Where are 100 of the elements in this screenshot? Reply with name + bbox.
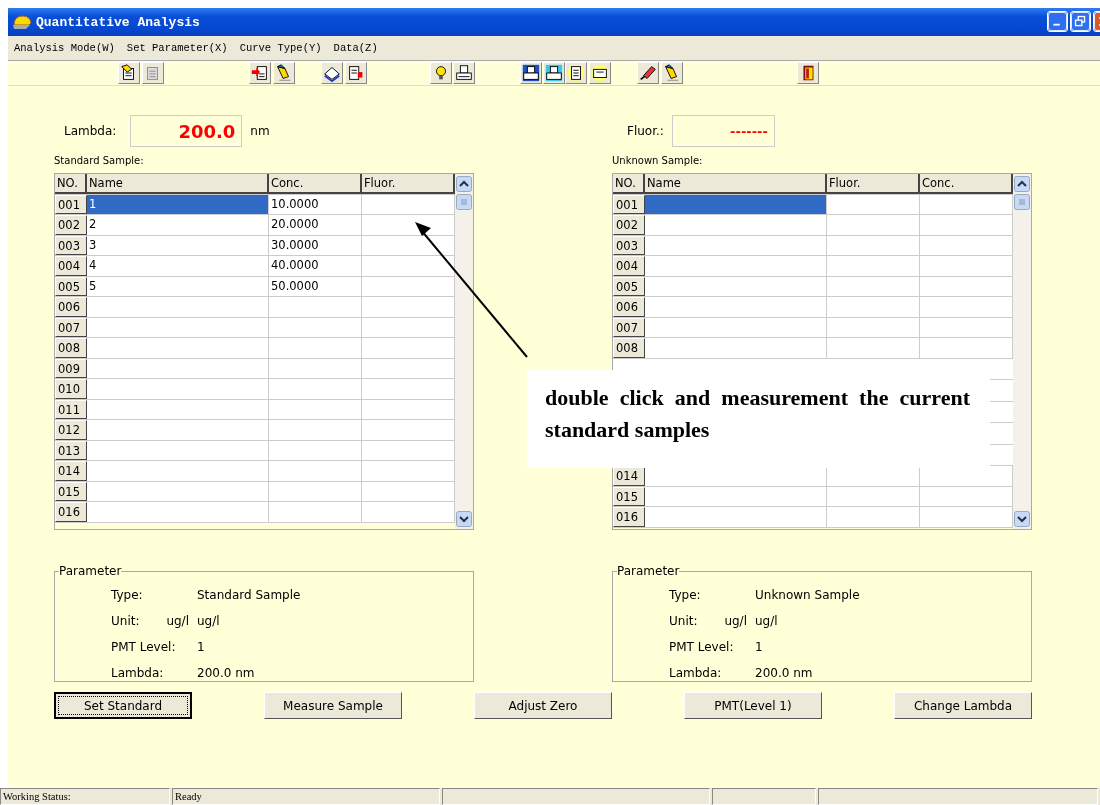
column-header[interactable]: Fluor.: [362, 174, 455, 194]
lightbulb-icon[interactable]: [430, 62, 452, 84]
row-header[interactable]: 002: [613, 215, 645, 235]
row-header[interactable]: 005: [55, 276, 87, 296]
row-header[interactable]: 013: [55, 440, 87, 460]
scroll-thumb[interactable]: [1014, 194, 1030, 210]
row-header[interactable]: 005: [613, 276, 645, 296]
hand-pen-icon[interactable]: [661, 62, 683, 84]
parameter-label: Lambda:: [669, 666, 722, 680]
row-header[interactable]: 007: [55, 317, 87, 337]
field-label: Fluor.:: [627, 124, 664, 138]
parameter-value: 1: [755, 640, 763, 654]
unit-label: nm: [250, 124, 270, 138]
parameter-label: Unit:: [111, 614, 140, 628]
parameter-label: PMT Level:: [669, 640, 734, 654]
menu-item[interactable]: Set Parameter(X): [126, 42, 228, 54]
parameter-unit: ug/l: [166, 614, 189, 628]
column-header[interactable]: NO.: [613, 174, 645, 194]
scrollbar[interactable]: [455, 174, 473, 529]
parameter-value: 1: [197, 640, 205, 654]
menu-item[interactable]: Data(Z): [333, 42, 378, 54]
status-label: Working Status:: [0, 788, 170, 805]
action-button[interactable]: Measure Sample: [264, 692, 402, 719]
scroll-up-icon[interactable]: [1014, 176, 1030, 192]
menu-item[interactable]: Curve Type(Y): [239, 42, 322, 54]
row-header[interactable]: 014: [55, 461, 87, 481]
table-cell: 40.0000: [269, 256, 362, 276]
scroll-down-icon[interactable]: [1014, 511, 1030, 527]
scroll-down-icon[interactable]: [456, 511, 472, 527]
table-cell: 4: [87, 256, 269, 276]
scroll-up-icon[interactable]: [456, 176, 472, 192]
row-header[interactable]: 016: [55, 502, 87, 522]
hand-pen-icon[interactable]: [273, 62, 295, 84]
row-header[interactable]: 015: [613, 486, 645, 506]
helmet-icon: [12, 13, 32, 31]
column-header[interactable]: NO.: [55, 174, 87, 194]
row-header[interactable]: 010: [55, 379, 87, 399]
row-header[interactable]: 007: [613, 317, 645, 337]
parameter-value: Unknown Sample: [755, 588, 860, 602]
action-button[interactable]: Adjust Zero: [474, 692, 612, 719]
menu-item[interactable]: Analysis Mode(W): [14, 42, 115, 54]
field-label: Lambda:: [64, 124, 117, 138]
row-header[interactable]: 003: [55, 235, 87, 255]
row-header[interactable]: 016: [613, 507, 645, 527]
restore-icon[interactable]: [1070, 11, 1091, 32]
table-caption: Unknown Sample:: [612, 155, 704, 168]
parameter-value: Standard Sample: [197, 588, 301, 602]
table-cell: 1: [87, 194, 269, 214]
row-header[interactable]: 008: [55, 338, 87, 358]
action-button[interactable]: PMT(Level 1): [684, 692, 822, 719]
table-cell: 3: [87, 235, 269, 255]
scroll-thumb[interactable]: [456, 194, 472, 210]
table-cell: 5: [87, 276, 269, 296]
minimize-icon[interactable]: [1047, 11, 1068, 32]
row-header[interactable]: 004: [55, 256, 87, 276]
window-title: Quantitative Analysis: [36, 14, 200, 30]
parameter-label: Unit:: [669, 614, 698, 628]
column-header[interactable]: Name: [645, 174, 827, 194]
row-header[interactable]: 006: [55, 297, 87, 317]
row-header[interactable]: 003: [613, 235, 645, 255]
lambda-value: 200.0: [130, 115, 243, 147]
table-cell: 10.0000: [269, 194, 362, 214]
row-header[interactable]: 008: [613, 338, 645, 358]
column-header[interactable]: Conc.: [269, 174, 362, 194]
group-title: Parameter: [617, 564, 680, 578]
row-header[interactable]: 006: [613, 297, 645, 317]
column-header[interactable]: Name: [87, 174, 269, 194]
annotation-text: double click and measurement the current standard samples: [527, 370, 990, 468]
parameter-value: ug/l: [197, 614, 220, 628]
row-header[interactable]: 001: [613, 194, 645, 214]
row-header[interactable]: 012: [55, 420, 87, 440]
table-caption: Standard Sample:: [54, 155, 145, 168]
door-icon[interactable]: [797, 62, 819, 84]
row-header[interactable]: 014: [613, 466, 645, 486]
status-value: Ready: [172, 788, 440, 805]
row-header[interactable]: 009: [55, 358, 87, 378]
parameter-label: Type:: [669, 588, 701, 602]
parameter-label: Type:: [111, 588, 143, 602]
row-header[interactable]: 011: [55, 399, 87, 419]
group-title: Parameter: [59, 564, 122, 578]
printer-icon[interactable]: [520, 62, 542, 84]
row-header[interactable]: 002: [55, 215, 87, 235]
printer-icon[interactable]: [453, 62, 475, 84]
row-header[interactable]: 015: [55, 481, 87, 501]
import-icon[interactable]: [249, 62, 271, 84]
printer-icon[interactable]: [543, 62, 565, 84]
action-button[interactable]: Change Lambda: [894, 692, 1032, 719]
table-cell: 50.0000: [269, 276, 362, 296]
column-header[interactable]: Fluor.: [827, 174, 920, 194]
row-header[interactable]: 001: [55, 194, 87, 214]
parameter-label: Lambda:: [111, 666, 164, 680]
action-button[interactable]: Set Standard: [54, 692, 192, 719]
row-header[interactable]: 004: [613, 256, 645, 276]
document-icon[interactable]: [565, 62, 587, 84]
eraser-icon[interactable]: [637, 62, 659, 84]
document-export-icon[interactable]: [345, 62, 367, 84]
parameter-value: ug/l: [755, 614, 778, 628]
scrollbar[interactable]: [1013, 174, 1031, 529]
column-header[interactable]: Conc.: [920, 174, 1013, 194]
document-hand-icon[interactable]: [118, 62, 140, 84]
